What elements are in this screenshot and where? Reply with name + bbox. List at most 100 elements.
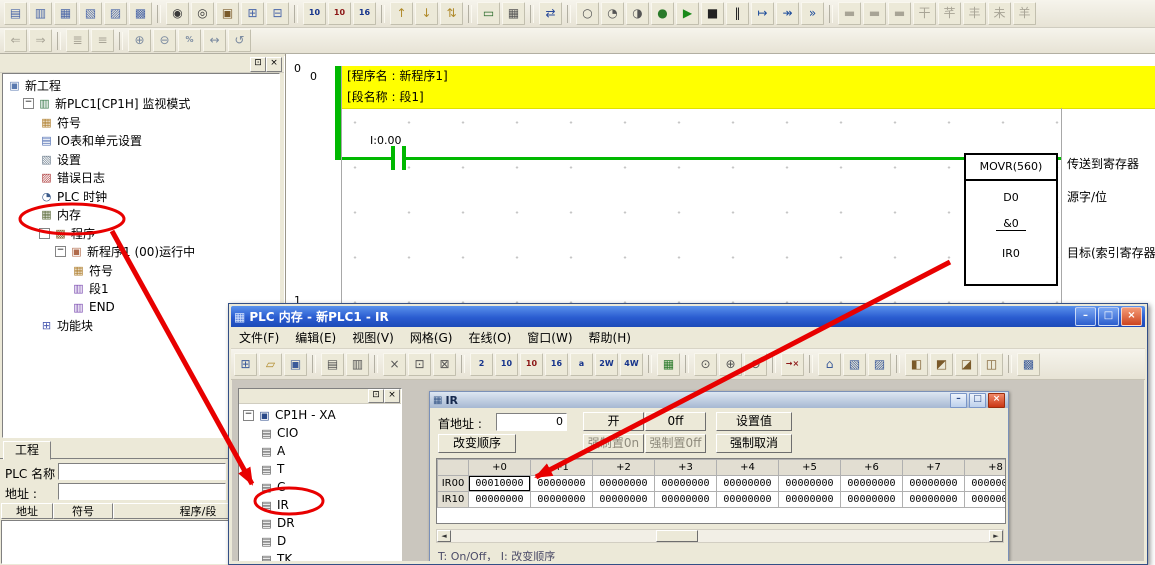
start-address-input[interactable]: 0 [496, 413, 567, 431]
column-header-address[interactable]: 地址 [1, 503, 53, 519]
tree-item-program1[interactable]: −▣新程序1 (00)运行中 [3, 243, 279, 262]
grid-cell[interactable]: 00000000 [531, 476, 593, 492]
plc-name-input[interactable] [58, 463, 226, 480]
tree-item-memory[interactable]: ▦内存 [3, 206, 279, 225]
tree-item-plc-clock[interactable]: ◔PLC 时钟 [3, 187, 279, 206]
tree-expander-icon[interactable]: − [55, 246, 66, 257]
ir-window-titlebar[interactable]: ▦ IR – □ × [430, 392, 1008, 408]
find-address-icon[interactable]: ⊙ [694, 353, 717, 376]
tree-expander-icon[interactable]: − [23, 98, 34, 109]
io-comment-icon[interactable]: ▧ [843, 353, 866, 376]
pane-dock-icon[interactable]: ⊡ [250, 57, 266, 72]
instruction-block-movr[interactable]: MOVR(560) D0 &0 IR0 [964, 153, 1058, 286]
grid-cell[interactable]: 00000000 [903, 492, 965, 508]
zoom-fit-icon[interactable]: % [178, 29, 201, 52]
grid-cell[interactable]: 00000000 [593, 492, 655, 508]
menu-item[interactable]: 编辑(E) [287, 327, 344, 348]
grid-cell[interactable]: 00010000 [469, 476, 531, 492]
set-value-button[interactable]: 设置值 [716, 412, 792, 431]
maximize-icon[interactable]: □ [969, 393, 986, 408]
compare-icon[interactable]: ◫ [980, 353, 1003, 376]
menu-item[interactable]: 视图(V) [344, 327, 402, 348]
plc-memory-titlebar[interactable]: ▦ PLC 内存 - 新PLC1 - IR – □ × [231, 306, 1145, 327]
pan-icon[interactable]: ↔ [203, 29, 226, 52]
show-symbols-icon[interactable]: ▦ [54, 2, 77, 25]
monitor-mode-icon[interactable]: ◑ [626, 2, 649, 25]
grid-cell[interactable]: 00000000 [841, 476, 903, 492]
binary-format-icon[interactable]: 2 [470, 353, 493, 376]
monitor-hex-icon[interactable]: 16 [353, 2, 376, 25]
grid-cell[interactable]: 00000000 [779, 476, 841, 492]
grid-cell[interactable]: 00000000 [655, 492, 717, 508]
grid-cell[interactable]: 00000000 [779, 492, 841, 508]
program-mode-icon[interactable]: ○ [576, 2, 599, 25]
grid-cell[interactable]: 00000000 [903, 476, 965, 492]
minimize-icon[interactable]: – [1075, 307, 1096, 326]
transfer-to-plc-icon[interactable]: ↑ [390, 2, 413, 25]
change-order-button[interactable]: 改变顺序 [438, 434, 516, 453]
close-icon[interactable]: × [988, 393, 1005, 408]
scrollbar-thumb[interactable] [656, 530, 698, 542]
tree-item-symbols[interactable]: ▦符号 [3, 113, 279, 132]
show-diagram-icon[interactable]: ▤ [4, 2, 27, 25]
stop-icon[interactable]: ■ [701, 2, 724, 25]
maximize-icon[interactable]: □ [1098, 307, 1119, 326]
hex-format-icon[interactable]: 16 [545, 353, 568, 376]
grid-cell[interactable]: 00000000 [655, 476, 717, 492]
column-header-symbol[interactable]: 符号 [53, 503, 113, 519]
grid-cell[interactable]: 00000000 [965, 476, 1007, 492]
ascii-format-icon[interactable]: a [570, 353, 593, 376]
grid-cell[interactable]: 00000000 [717, 476, 779, 492]
cut-icon[interactable]: × [383, 353, 406, 376]
decimal-format-icon[interactable]: 10 [495, 353, 518, 376]
grid-cell[interactable]: 00000000 [965, 492, 1007, 508]
tree-item-dr[interactable]: ▤DR [239, 514, 401, 532]
force-cancel-all-icon[interactable]: →× [781, 353, 804, 376]
tree-item-cp1h-root[interactable]: −▣CP1H - XA [239, 406, 401, 424]
menu-item[interactable]: 帮助(H) [581, 327, 639, 348]
work-online-simulator-icon[interactable]: ▦ [502, 2, 525, 25]
run-icon[interactable]: ▶ [676, 2, 699, 25]
monitor-icon[interactable]: ▦ [657, 353, 680, 376]
pane-dock-icon[interactable]: ⊡ [368, 389, 384, 403]
menu-item[interactable]: 文件(F) [231, 327, 287, 348]
tree-expander-icon[interactable]: − [243, 410, 254, 421]
copy-icon[interactable]: ⊡ [408, 353, 431, 376]
horizontal-scrollbar[interactable]: ◄ ► [436, 529, 1004, 543]
zoom-out-icon[interactable]: ⊖ [153, 29, 176, 52]
save-icon[interactable]: ▣ [284, 353, 307, 376]
step-run-icon[interactable]: ↦ [751, 2, 774, 25]
print-icon[interactable]: ▤ [321, 353, 344, 376]
transfer-from-plc-icon[interactable]: ↓ [415, 2, 438, 25]
tree-item-settings[interactable]: ▧设置 [3, 150, 279, 169]
menu-item[interactable]: 窗口(W) [519, 327, 580, 348]
tree-item-tk[interactable]: ▤TK [239, 550, 401, 561]
grid-cell[interactable]: 00000000 [841, 492, 903, 508]
contact-icon[interactable] [402, 146, 406, 170]
show-mnemonic-icon[interactable]: ▥ [29, 2, 52, 25]
show-settings-icon[interactable]: ▨ [104, 2, 127, 25]
data-trace-icon[interactable]: ▨ [868, 353, 891, 376]
tree-item-program-symbols[interactable]: ▦符号 [3, 261, 279, 280]
monitor-decimal-icon[interactable]: 10 [303, 2, 326, 25]
scan-run-icon[interactable]: » [801, 2, 824, 25]
transfer-program-icon[interactable]: ⇄ [539, 2, 562, 25]
compare-with-plc-icon[interactable]: ⇅ [440, 2, 463, 25]
tree-view-icon[interactable]: ⊞ [234, 353, 257, 376]
tree-item-a[interactable]: ▤A [239, 442, 401, 460]
transfer-to-plc-icon[interactable]: ◩ [930, 353, 953, 376]
show-io-table-icon[interactable]: ▧ [79, 2, 102, 25]
address-input[interactable] [58, 483, 226, 500]
contact-icon[interactable] [391, 146, 395, 170]
off-button[interactable]: 0ff [645, 412, 706, 431]
tab-project[interactable]: 工程 [3, 441, 51, 460]
tree-item-error-log[interactable]: ▨错误日志 [3, 169, 279, 188]
output-window-icon[interactable]: ⊟ [266, 2, 289, 25]
debug-mode-icon[interactable]: ◔ [601, 2, 624, 25]
grid-cell[interactable]: 00000000 [531, 492, 593, 508]
grid-cell[interactable]: 00000000 [593, 476, 655, 492]
tree-item-d[interactable]: ▤D [239, 532, 401, 550]
tree-item-section1[interactable]: ▥段1 [3, 280, 279, 299]
pane-close-icon[interactable]: × [266, 57, 282, 72]
monitor-signed-decimal-icon[interactable]: 10 [328, 2, 351, 25]
